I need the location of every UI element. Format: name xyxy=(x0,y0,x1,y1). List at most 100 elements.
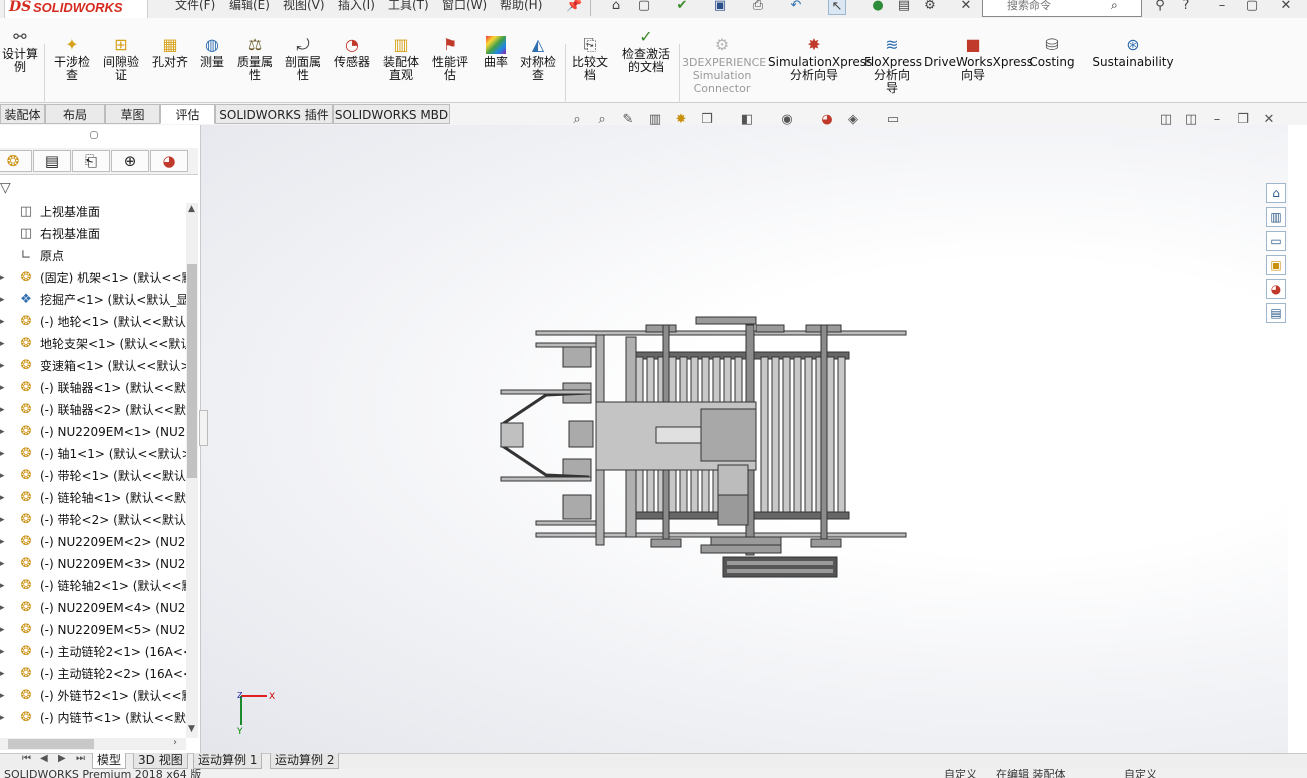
graphics-area[interactable]: X Y Z xyxy=(201,125,1288,753)
expand-arrow-icon[interactable]: ▸ xyxy=(0,399,8,421)
user-account-icon[interactable]: ⚲ xyxy=(1152,0,1168,13)
tree-item[interactable]: ▸ ❂ (-) NU2209EM<4> (NU22 xyxy=(0,597,186,619)
scroll-right-icon[interactable]: › xyxy=(173,737,177,748)
search-box[interactable]: ⌕ xyxy=(982,0,1142,17)
tree-item[interactable]: ▸ ❂ 地轮支架<1> (默认<<默认 xyxy=(0,333,186,355)
previous-view-icon[interactable]: ✎ xyxy=(619,112,637,128)
design-study-button[interactable]: ⚯ 设计算 例 xyxy=(0,28,40,74)
tree-item[interactable]: ◫ 上视基准面 xyxy=(0,201,186,223)
tab-display-manager-icon[interactable]: ◕ xyxy=(150,150,188,172)
assembly-visualization-button[interactable]: ▥ 装配体 直观 xyxy=(379,36,423,82)
viewport-left-icon[interactable]: ◫ xyxy=(1157,112,1175,128)
tab-configuration-manager-icon[interactable]: ⎗ xyxy=(72,150,110,172)
hide-show-items-icon[interactable]: ◉ xyxy=(778,112,796,128)
apply-scene-icon[interactable]: ◈ xyxy=(844,112,862,128)
tab-property-manager-icon[interactable]: ▤ xyxy=(33,150,71,172)
tab-dimxpert-icon[interactable]: ⊕ xyxy=(111,150,149,172)
floxpress-button[interactable]: ≋ FloXpress 分析向 导 xyxy=(864,36,922,95)
solidworks-logo[interactable]: DS SOLIDWORKS xyxy=(4,0,148,18)
close-window-icon[interactable]: ✕ xyxy=(1278,0,1294,13)
tab-3d-view[interactable]: 3D 视图 xyxy=(133,753,188,769)
tree-item[interactable]: ∟ 原点 xyxy=(0,245,186,267)
tab-motion-study-2[interactable]: 运动算例 2 xyxy=(270,753,340,769)
tree-item[interactable]: ▸ ❂ (-) 联轴器<2> (默认<<默认 xyxy=(0,399,186,421)
compare-documents-button[interactable]: ⎘ 比较文 档 xyxy=(568,36,612,82)
tree-item[interactable]: ◫ 右视基准面 xyxy=(0,223,186,245)
scroll-down-icon[interactable]: ▼ xyxy=(188,724,195,734)
curvature-button[interactable]: 曲率 xyxy=(478,36,514,69)
tree-item[interactable]: ▸ ❂ (-) 链轮轴<1> (默认<<默认 xyxy=(0,487,186,509)
tree-item[interactable]: ▸ ❂ (-) 联轴器<1> (默认<<默认 xyxy=(0,377,186,399)
home-icon[interactable]: ⌂ xyxy=(608,0,624,13)
expand-arrow-icon[interactable]: ▸ xyxy=(0,597,8,619)
traffic-light-icon[interactable]: ● xyxy=(870,0,886,13)
appearances-scenes-icon[interactable]: ◕ xyxy=(1266,279,1286,299)
section-properties-button[interactable]: ⤾ 剖面属 性 xyxy=(281,36,325,82)
sensor-button[interactable]: ◔ 传感器 xyxy=(329,36,375,69)
expand-arrow-icon[interactable]: ▸ xyxy=(0,355,8,377)
help-question-icon[interactable]: ? xyxy=(1178,0,1194,13)
tab-model[interactable]: 模型 xyxy=(92,753,127,769)
expand-arrow-icon[interactable]: ▸ xyxy=(0,333,8,355)
minimize-document-icon[interactable]: – xyxy=(1208,112,1226,128)
expand-arrow-icon[interactable]: ▸ xyxy=(0,443,8,465)
options-gear-icon[interactable]: ⚙ xyxy=(922,0,938,13)
select-cursor-icon[interactable]: ↖ xyxy=(828,0,846,15)
search-icon[interactable]: ⌕ xyxy=(1111,0,1118,13)
simulationxpress-button[interactable]: ✸ SimulationXpress 分析向导 xyxy=(768,36,872,82)
undo-icon[interactable]: ↶ xyxy=(788,0,804,13)
tree-item[interactable]: ▸ ❂ (-) 外链节2<1> (默认<<默 xyxy=(0,685,186,707)
print-icon[interactable]: ⎙ xyxy=(750,0,766,13)
expand-arrow-icon[interactable]: ▸ xyxy=(0,509,8,531)
expand-arrow-icon[interactable]: ▸ xyxy=(0,619,8,641)
expand-arrow-icon[interactable]: ▸ xyxy=(0,421,8,443)
expand-arrow-icon[interactable]: ▸ xyxy=(0,311,8,333)
scroll-up-icon[interactable]: ▲ xyxy=(188,204,195,214)
tree-item[interactable]: ▸ ❂ (-) 主动链轮2<2> (16A<< xyxy=(0,663,186,685)
costing-button[interactable]: ⛁ Costing xyxy=(1026,36,1078,69)
tab-solidworks-mbd[interactable]: SOLIDWORKS MBD xyxy=(333,104,450,124)
zoom-to-area-icon[interactable]: ⌕ xyxy=(593,112,611,128)
tab-motion-study-1[interactable]: 运动算例 1 xyxy=(193,753,263,769)
tree-item[interactable]: ▸ ❂ (固定) 机架<1> (默认<<默 xyxy=(0,267,186,289)
menu-insert[interactable]: 插入(I) xyxy=(338,0,375,13)
file-properties-icon[interactable]: ▤ xyxy=(896,0,912,13)
menu-edit[interactable]: 编辑(E) xyxy=(229,0,270,13)
panel-splitter-handle[interactable] xyxy=(199,410,208,446)
solidworks-resources-home-icon[interactable]: ⌂ xyxy=(1266,183,1286,203)
tab-sketch[interactable]: 草图 xyxy=(105,104,160,124)
tab-assembly[interactable]: 装配体 xyxy=(0,104,45,124)
tab-nav-last-icon[interactable]: ⏭ xyxy=(76,753,85,764)
menu-view[interactable]: 视图(V) xyxy=(283,0,325,13)
design-library-icon[interactable]: ▥ xyxy=(1266,207,1286,227)
expand-arrow-icon[interactable]: ▸ xyxy=(0,487,8,509)
sustainability-button[interactable]: ⊛ Sustainability xyxy=(1092,36,1174,69)
dynamic-annotation-icon[interactable]: ✸ xyxy=(672,112,690,128)
expand-arrow-icon[interactable]: ▸ xyxy=(0,641,8,663)
tree-item[interactable]: ▸ ❂ 变速箱<1> (默认<<默认> xyxy=(0,355,186,377)
clearance-verification-button[interactable]: ⊞ 间隙验 证 xyxy=(99,36,143,82)
tree-item[interactable]: ▸ ❂ (-) NU2209EM<5> (NU22 xyxy=(0,619,186,641)
pin-icon[interactable]: 📌 xyxy=(566,0,582,13)
minimize-window-icon[interactable]: – xyxy=(1214,0,1230,13)
expand-arrow-icon[interactable]: ▸ xyxy=(0,531,8,553)
tab-evaluate[interactable]: 评估 xyxy=(160,104,215,124)
expand-arrow-icon[interactable]: ▸ xyxy=(0,267,8,289)
tree-item[interactable]: ▸ ❂ (-) NU2209EM<2> (NU22 xyxy=(0,531,186,553)
symmetry-check-button[interactable]: ◭ 对称检 查 xyxy=(516,36,560,82)
save-icon[interactable]: ▣ xyxy=(712,0,728,13)
tree-item[interactable]: ▸ ❂ (-) 内链节<1> (默认<<默认 xyxy=(0,707,186,729)
restore-window-icon[interactable]: ▢ xyxy=(1244,0,1260,13)
tab-feature-tree-icon[interactable]: ❂ xyxy=(0,150,32,172)
tab-nav-prev-icon[interactable]: ◀ xyxy=(40,753,48,764)
tree-item[interactable]: ▸ ❂ (-) NU2209EM<1> (NU22 xyxy=(0,421,186,443)
expand-arrow-icon[interactable]: ▸ xyxy=(0,575,8,597)
tab-nav-next-icon[interactable]: ▶ xyxy=(58,753,66,764)
tree-item[interactable]: ▸ ❂ (-) 轴1<1> (默认<<默认> xyxy=(0,443,186,465)
expand-arrow-icon[interactable]: ▸ xyxy=(0,685,8,707)
tree-item[interactable]: ▸ ❂ (-) 主动链轮2<1> (16A<< xyxy=(0,641,186,663)
custom-properties-icon[interactable]: ▤ xyxy=(1266,303,1286,323)
expand-arrow-icon[interactable]: ▸ xyxy=(0,377,8,399)
mass-properties-button[interactable]: ⚖ 质量属 性 xyxy=(233,36,277,82)
hole-alignment-button[interactable]: ▦ 孔对齐 xyxy=(148,36,192,69)
